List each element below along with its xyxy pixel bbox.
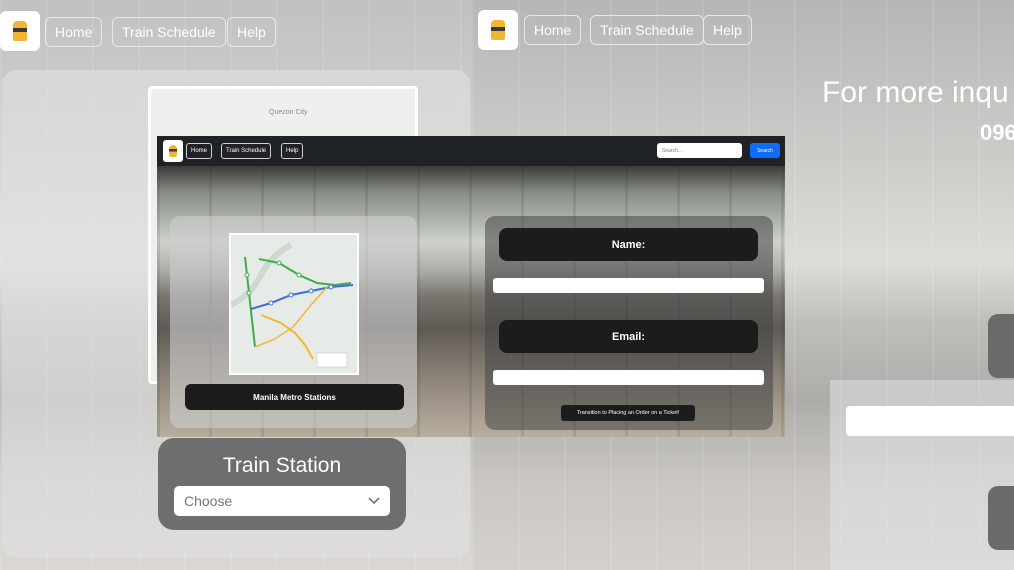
search-button[interactable]: Search: [750, 143, 780, 158]
map-city-label: Quezon City: [269, 109, 308, 116]
name-input[interactable]: [493, 278, 764, 293]
left-logo[interactable]: [0, 11, 40, 51]
nav-train-schedule[interactable]: Train Schedule: [221, 143, 272, 159]
chevron-down-icon: [368, 497, 380, 505]
train-icon: [13, 21, 27, 41]
train-station-card: Train Station Choose: [158, 438, 406, 530]
nav-help[interactable]: Help: [281, 143, 304, 159]
right-input-field[interactable]: [846, 406, 1014, 436]
right-nav-home[interactable]: Home: [524, 15, 582, 45]
main-window: Home Train Schedule Help Search... Searc…: [157, 136, 785, 437]
right-logo[interactable]: [478, 10, 518, 50]
right-nav-train-schedule[interactable]: Train Schedule: [590, 15, 704, 45]
train-icon: [169, 145, 177, 157]
metro-map-image[interactable]: [229, 233, 359, 375]
train-station-select[interactable]: Choose: [174, 486, 390, 516]
main-logo[interactable]: [163, 140, 183, 162]
email-input[interactable]: [493, 370, 764, 385]
email-label: Email:: [499, 320, 758, 353]
train-station-select-value: Choose: [184, 493, 233, 509]
right-label-pill: [988, 486, 1014, 550]
left-nav-help[interactable]: Help: [227, 17, 276, 47]
left-nav-home[interactable]: Home: [45, 17, 103, 47]
name-label: Name:: [499, 228, 758, 261]
map-caption: Manila Metro Stations: [185, 384, 404, 410]
right-nav-help[interactable]: Help: [703, 15, 752, 45]
transition-order-button[interactable]: Transition to Placing an Order on a Tick…: [561, 405, 695, 421]
right-label-pill: [988, 314, 1014, 378]
metro-map-icon: [229, 235, 357, 373]
inquiry-phone: 096: [980, 120, 1014, 145]
nav-home[interactable]: Home: [186, 143, 213, 159]
left-nav-train-schedule[interactable]: Train Schedule: [112, 17, 226, 47]
inquiry-title: For more inqu: [822, 76, 1009, 109]
search-input[interactable]: Search...: [657, 143, 742, 158]
train-station-title: Train Station: [222, 454, 342, 477]
train-icon: [491, 20, 505, 40]
main-navbar: Home Train Schedule Help Search... Searc…: [157, 136, 785, 166]
